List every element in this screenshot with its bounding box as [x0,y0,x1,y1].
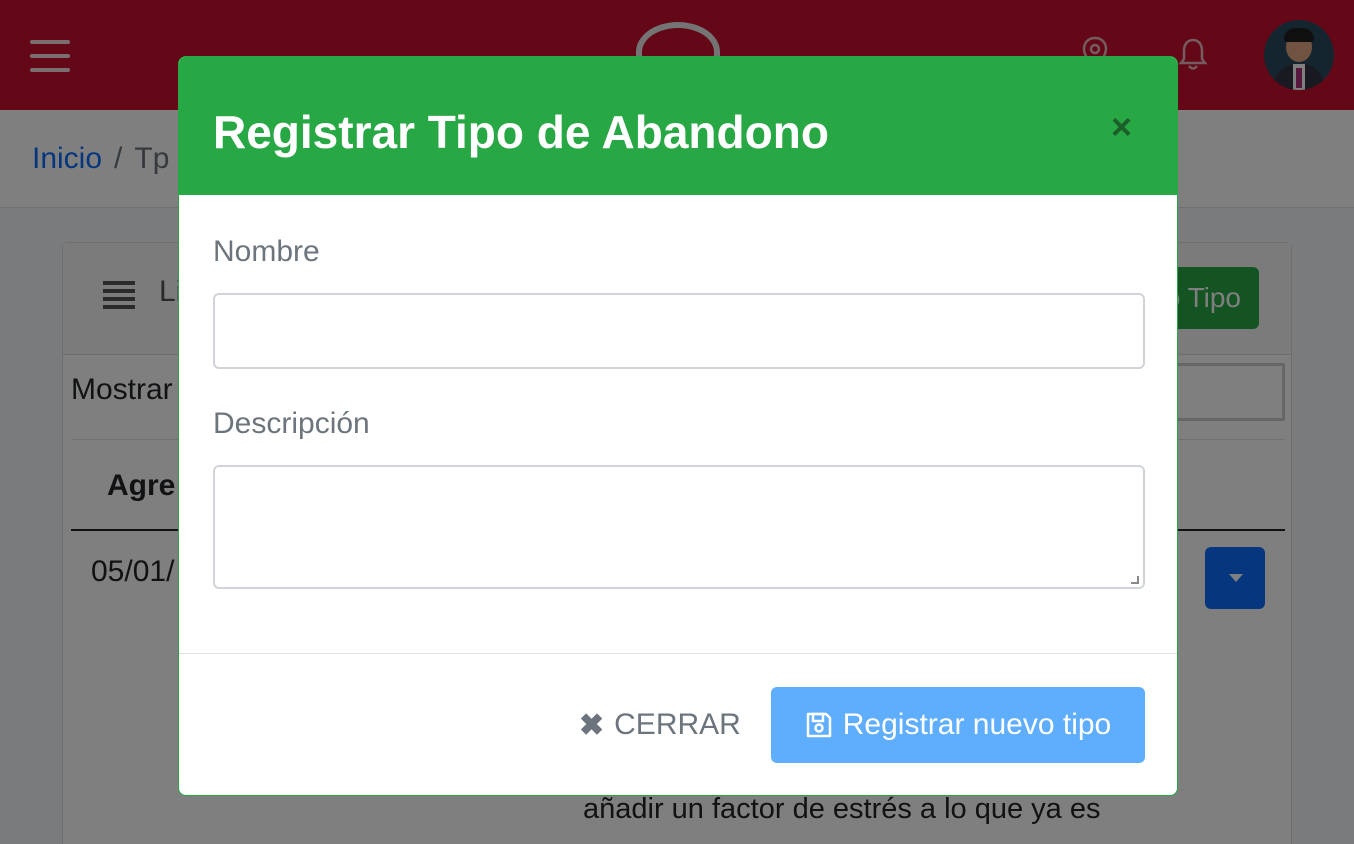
register-type-modal: Registrar Tipo de Abandono × Nombre Desc… [178,56,1178,796]
descripcion-label: Descripción [213,407,370,440]
register-new-type-button[interactable]: Registrar nuevo tipo [771,687,1145,763]
modal-title: Registrar Tipo de Abandono [213,106,829,158]
modal-header: Registrar Tipo de Abandono × [179,57,1177,195]
modal-footer-divider [179,653,1177,654]
register-label: Registrar nuevo tipo [842,708,1112,741]
nombre-input[interactable] [213,293,1145,369]
resize-handle[interactable] [1131,576,1139,584]
cerrar-label: CERRAR [614,708,741,741]
cerrar-button[interactable]: ✖ CERRAR [579,703,741,747]
times-icon: ✖ [579,708,605,742]
close-icon[interactable]: × [1111,109,1132,145]
nombre-label: Nombre [213,235,320,268]
save-icon [806,712,831,738]
descripcion-textarea[interactable] [213,465,1145,589]
